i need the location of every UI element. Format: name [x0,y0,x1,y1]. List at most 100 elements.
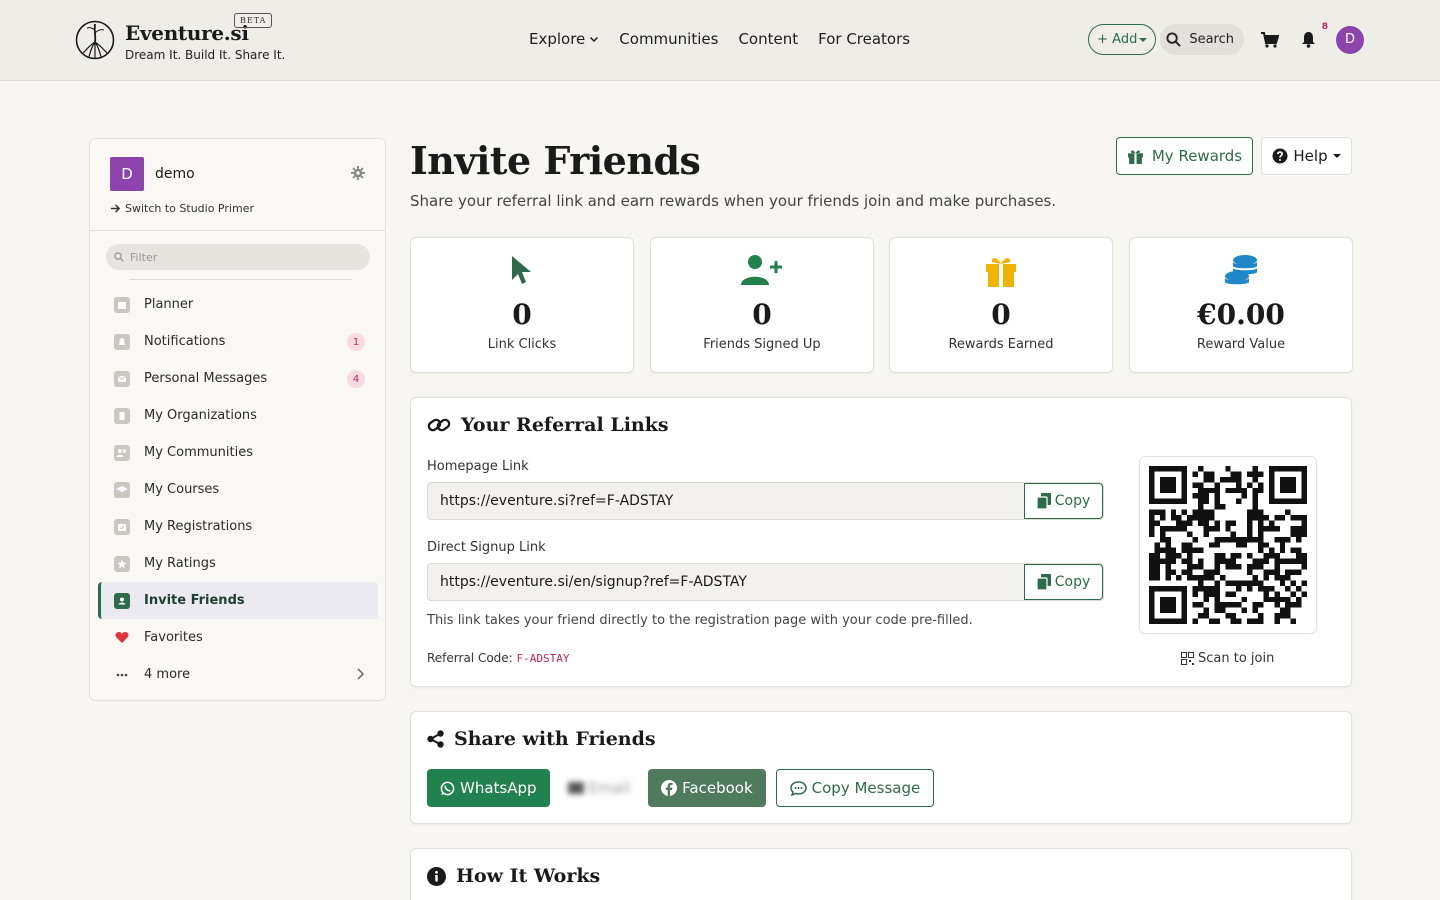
envelope-icon [567,782,584,794]
question-circle-icon [1272,148,1288,164]
info-circle-icon [427,866,446,886]
homepage-link-field[interactable]: https://eventure.si?ref=F-ADSTAY Copy [427,482,1104,520]
share-facebook-button[interactable]: Facebook [648,769,766,807]
switch-account-label: Switch to Studio Primer [125,202,254,215]
email-label: Email [588,779,631,797]
notifications-button[interactable]: 8 [1298,22,1328,50]
qr-code-icon [1149,466,1307,624]
referral-code-value: F-ADSTAY [516,652,570,665]
copy-icon [1036,574,1051,590]
arrow-right-icon [110,204,121,213]
coins-icon [1225,255,1257,285]
sidebar-item-planner[interactable]: Planner [98,286,378,323]
heart-icon [114,630,130,646]
sidebar-item-my-courses[interactable]: My Courses [98,471,378,508]
share-nodes-icon [427,730,444,748]
beta-badge: BETA [234,13,273,28]
referral-code-label: Referral Code: [427,651,513,665]
my-rewards-button[interactable]: My Rewards [1116,137,1253,175]
comment-dots-icon [789,780,807,796]
how-it-works-heading: How It Works [427,865,600,887]
stat-value: 0 [752,298,772,331]
sidebar-item-label: Planner [144,297,194,312]
sidebar-item-label: 4 more [144,667,191,682]
stat-card-friends-signed-up: 0 Friends Signed Up [650,237,874,373]
share-whatsapp-button[interactable]: WhatsApp [427,769,550,807]
nav-communities[interactable]: Communities [619,30,718,48]
sidebar-item-notifications[interactable]: Notifications 1 [98,323,378,360]
tree-logo-icon [75,20,115,60]
search-icon [1166,32,1182,47]
stat-label: Friends Signed Up [703,337,821,352]
notifications-badge: 1 [347,333,365,351]
sidebar-item-label: Invite Friends [144,593,245,608]
sidebar-item-invite-friends[interactable]: Invite Friends [98,582,378,619]
copy-message-label: Copy Message [811,779,921,797]
nav-for-creators[interactable]: For Creators [818,30,910,48]
signup-link-label: Direct Signup Link [427,540,546,555]
user-avatar-square: D [110,156,144,191]
sidebar-item-personal-messages[interactable]: Personal Messages 4 [98,360,378,397]
switch-account-link[interactable]: Switch to Studio Primer [110,202,254,215]
star-icon [114,555,130,572]
nav-explore[interactable]: Explore [529,30,599,48]
copy-homepage-link-button[interactable]: Copy [1024,483,1103,519]
stat-label: Rewards Earned [948,337,1054,352]
sidebar-item-my-ratings[interactable]: My Ratings [98,545,378,582]
filter-placeholder: Filter [130,250,158,264]
share-title: Share with Friends [454,728,656,750]
sidebar-item-label: My Communities [144,445,253,460]
sidebar-item-label: Favorites [144,630,203,645]
sidebar-item-label: My Registrations [144,519,253,534]
cart-button[interactable] [1260,30,1280,50]
brand-logo-link[interactable]: Eventure.si BETA Dream It. Build It. Sha… [75,13,286,62]
help-dropdown-button[interactable]: Help [1261,137,1352,175]
nav-content[interactable]: Content [738,30,798,48]
stat-label: Link Clicks [487,337,557,352]
user-avatar[interactable]: D [1336,25,1364,54]
search-button[interactable]: Search [1160,24,1244,55]
account-sidebar: D demo Switch to Studio Primer Filter Pl… [89,138,386,701]
how-it-works-card: How It Works [410,848,1352,900]
homepage-link-label: Homepage Link [427,459,529,474]
sidebar-item-more[interactable]: 4 more [98,656,378,693]
caret-down-icon [1139,37,1148,42]
sidebar-item-my-organizations[interactable]: My Organizations [98,397,378,434]
nav-explore-label: Explore [529,30,586,48]
stat-value: €0.00 [1197,298,1285,331]
how-it-works-title: How It Works [456,865,601,887]
brand-tagline: Dream It. Build It. Share It. [125,48,286,62]
sidebar-item-label: Personal Messages [144,371,268,386]
calendar-check-icon [114,518,130,535]
sidebar-item-my-registrations[interactable]: My Registrations [98,508,378,545]
sidebar-item-my-communities[interactable]: My Communities [98,434,378,471]
copy-signup-link-button[interactable]: Copy [1024,564,1103,600]
page-title: Invite Friends [410,138,701,183]
copy-label: Copy [1054,574,1091,590]
referral-links-heading: Your Referral Links [427,414,669,436]
sidebar-item-favorites[interactable]: Favorites [98,619,378,656]
signup-link-value: https://eventure.si/en/signup?ref=F-ADST… [440,574,747,590]
add-dropdown-button[interactable]: + Add [1088,24,1157,55]
envelope-icon [114,370,130,387]
help-label: Help [1293,147,1328,165]
copy-message-button[interactable]: Copy Message [775,769,935,807]
users-icon [114,444,130,461]
graduation-cap-icon [114,481,130,498]
user-profile-row: D demo [110,156,365,191]
stat-label: Reward Value [1196,337,1286,352]
chevron-down-icon [590,36,599,43]
top-navbar: Eventure.si BETA Dream It. Build It. Sha… [0,0,1440,81]
messages-badge: 4 [347,370,365,388]
signup-link-field[interactable]: https://eventure.si/en/signup?ref=F-ADST… [427,563,1104,601]
user-plus-icon [741,255,782,285]
stat-value: 0 [991,298,1011,331]
sidebar-filter-input[interactable]: Filter [106,244,370,270]
gear-icon[interactable] [351,166,365,180]
sidebar-item-label: My Ratings [144,556,216,571]
notification-count: 8 [1321,21,1328,32]
user-card-icon [114,592,130,609]
facebook-icon [661,780,678,796]
share-email-button[interactable]: Email [560,769,639,807]
sidebar-item-label: Notifications [144,334,226,349]
